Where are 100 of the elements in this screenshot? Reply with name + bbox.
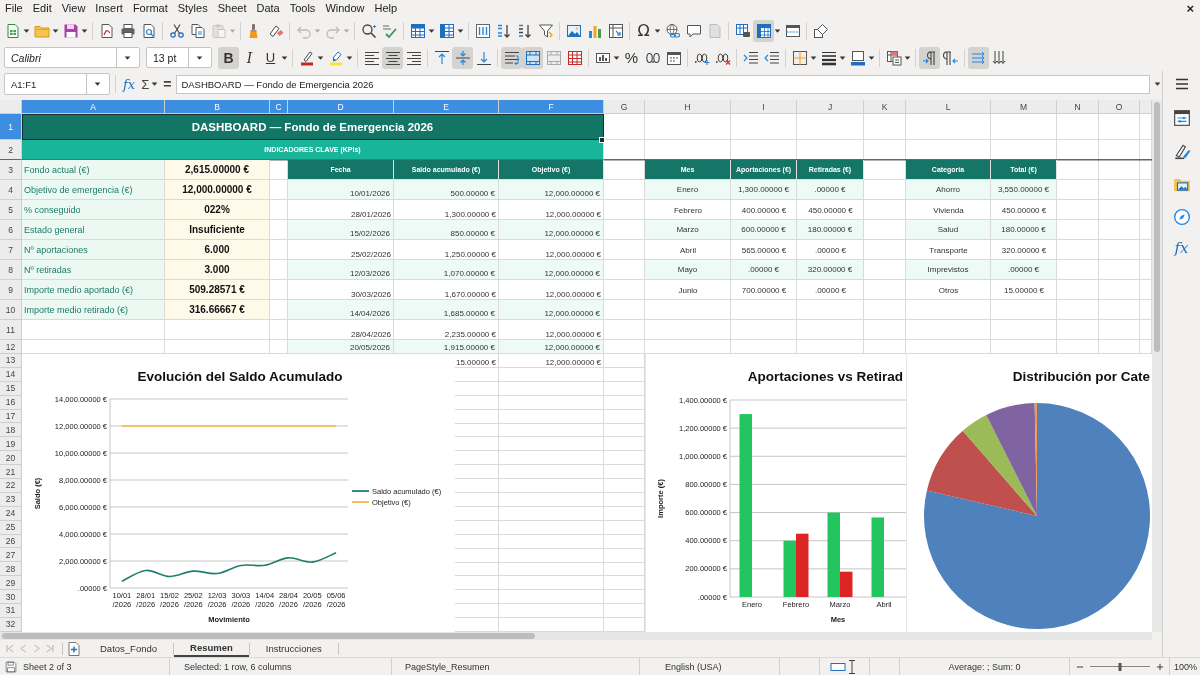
menu-item[interactable]: Format [127, 0, 173, 17]
funnel-icon[interactable] [537, 22, 554, 39]
row-header[interactable]: 28 [0, 562, 22, 577]
column-header[interactable]: H [645, 100, 731, 114]
scrollbar-thumb[interactable] [1154, 102, 1160, 352]
formula-button[interactable]: = [159, 76, 177, 92]
compass-icon[interactable] [1172, 208, 1191, 226]
column-header[interactable]: G [604, 100, 645, 114]
sort-ascending-icon[interactable] [495, 22, 512, 39]
merge-center-button[interactable] [522, 46, 543, 69]
row-header[interactable]: 22 [0, 479, 22, 493]
row-header[interactable]: 10 [0, 300, 22, 320]
table-rows-icon[interactable] [409, 22, 426, 39]
row-header[interactable]: 13 [0, 354, 22, 368]
caret-down-icon[interactable] [52, 28, 59, 33]
caret-down-icon[interactable] [839, 55, 846, 60]
spreadsheet-icon[interactable] [4, 22, 21, 39]
column-header[interactable]: M [991, 100, 1057, 114]
scissors-icon[interactable] [168, 22, 185, 39]
italic-button[interactable]: I [239, 46, 260, 69]
menu-item[interactable]: Edit [27, 0, 57, 17]
menu-item[interactable]: File [0, 0, 28, 17]
slider-thumb[interactable] [1118, 662, 1121, 671]
caret-down-icon[interactable] [457, 28, 464, 33]
menu-item[interactable]: Data [251, 0, 285, 17]
caret-down-icon[interactable] [81, 28, 88, 33]
check-mark-icon[interactable] [381, 22, 398, 39]
sort-icon[interactable] [474, 22, 491, 39]
sheet-tab[interactable]: Instrucciones [249, 640, 338, 657]
column-header[interactable]: K [864, 100, 906, 114]
row-header[interactable]: 8 [0, 260, 22, 280]
row-header[interactable]: 6 [0, 220, 22, 240]
font-color-icon[interactable] [298, 49, 315, 66]
image-icon[interactable] [565, 22, 582, 39]
close-button[interactable]: × [1180, 0, 1200, 17]
brush-icon[interactable] [1172, 142, 1191, 160]
row-header[interactable]: 21 [0, 465, 22, 479]
menu-item[interactable]: Tools [284, 0, 321, 17]
selection-handle[interactable] [599, 137, 605, 143]
add-sheet-icon[interactable] [65, 640, 82, 657]
row-header[interactable]: 2 [0, 140, 22, 160]
wrap-text-button[interactable] [501, 46, 522, 69]
row-header[interactable]: 18 [0, 423, 22, 438]
caret-down-icon[interactable] [904, 55, 911, 60]
row-header[interactable]: 9 [0, 280, 22, 300]
caret-down-icon[interactable] [868, 55, 875, 60]
caret-down-icon[interactable] [428, 28, 435, 33]
vertical-scrollbar[interactable] [1152, 100, 1162, 632]
document-icon[interactable] [98, 22, 115, 39]
sort-descending-icon[interactable] [516, 22, 533, 39]
functions-button[interactable]: fx [1174, 239, 1189, 257]
freeze-button[interactable] [753, 19, 774, 42]
text-direction-button[interactable] [968, 46, 989, 69]
row-header[interactable]: 11 [0, 320, 22, 340]
column-header[interactable]: I [731, 100, 797, 114]
menu-item[interactable]: Insert [90, 0, 128, 17]
shapes-icon[interactable] [812, 22, 829, 39]
properties-icon[interactable] [1172, 109, 1191, 127]
underline-button[interactable]: U [260, 46, 281, 69]
merge-cells-icon[interactable] [545, 49, 562, 66]
row-header[interactable]: 30 [0, 590, 22, 605]
row-header[interactable]: 27 [0, 548, 22, 563]
menu-item[interactable]: Styles [172, 0, 213, 17]
special-character-button[interactable]: Ω [633, 19, 654, 42]
calendar-icon[interactable] [665, 49, 682, 66]
horizontal-scrollbar[interactable] [0, 632, 1152, 640]
menu-item[interactable]: View [56, 0, 91, 17]
caret-down-icon[interactable] [317, 55, 324, 60]
caret-down-icon[interactable] [124, 55, 131, 60]
font-name-box[interactable]: Calibri [4, 47, 140, 68]
column-header[interactable]: J [797, 100, 864, 114]
borders-icon[interactable] [791, 49, 808, 66]
caret-down-icon[interactable] [774, 28, 781, 33]
sheet-tab[interactable]: Resumen [174, 640, 249, 657]
formula-input[interactable]: DASHBOARD — Fondo de Emergencia 2026 [176, 74, 1150, 94]
scrollbar-thumb[interactable] [2, 633, 535, 639]
table-columns-icon[interactable] [438, 22, 455, 39]
decrease-indent-icon[interactable] [763, 49, 780, 66]
caret-down-icon[interactable] [151, 82, 159, 86]
row-header[interactable]: 19 [0, 437, 22, 452]
menu-item[interactable]: Help [369, 0, 403, 17]
caret-down-icon[interactable] [654, 28, 661, 33]
caret-down-icon[interactable] [196, 55, 203, 60]
row-header[interactable]: 29 [0, 576, 22, 591]
search-icon[interactable] [360, 22, 377, 39]
row-header[interactable]: 20 [0, 451, 22, 466]
zoom-in-icon[interactable] [1154, 661, 1165, 672]
font-size-box[interactable]: 13 pt [146, 47, 212, 68]
caret-down-icon[interactable] [94, 82, 101, 86]
row-header[interactable]: 31 [0, 604, 22, 618]
unmerge-cells-icon[interactable] [566, 49, 583, 66]
row-header[interactable]: 12 [0, 340, 22, 354]
caret-down-icon[interactable] [810, 55, 817, 60]
split-window-icon[interactable] [784, 22, 801, 39]
row-header[interactable]: 5 [0, 200, 22, 220]
caret-down-icon[interactable] [281, 55, 288, 60]
line-style-icon[interactable] [820, 49, 837, 66]
copy-icon[interactable] [189, 22, 206, 39]
caret-down-icon[interactable] [613, 55, 620, 60]
percent-button[interactable]: % [621, 46, 642, 69]
